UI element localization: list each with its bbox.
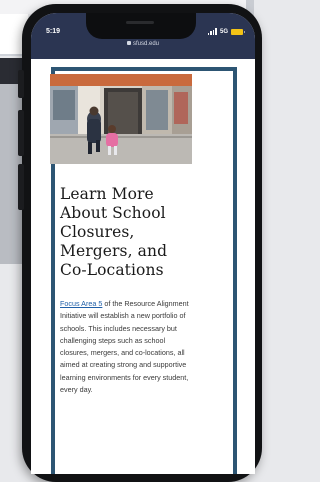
school-entrance-photo [50,74,192,164]
article-body-text: of the Resource Alignment Initiative wil… [60,299,189,395]
phone-notch [86,13,196,39]
signal-icon [207,28,217,35]
status-time: 5:19 [46,28,61,35]
address-bar[interactable]: sfusd.edu [31,41,255,47]
status-bar: 5:19 5G sfusd.edu [31,13,255,59]
phone-screen: 5:19 5G sfusd.edu Learn More About Schoo… [31,13,255,474]
phone-volume-up-button [18,110,24,156]
hero-image [50,74,192,164]
focus-area-link[interactable]: Focus Area 5 [60,299,102,308]
web-page: Learn More About School Closures, Merger… [31,59,255,474]
lock-icon [126,41,131,46]
status-indicators: 5G [207,28,245,35]
speaker-grille [126,21,154,24]
network-label: 5G [219,28,228,35]
phone-volume-down-button [18,164,24,210]
battery-icon [231,28,245,35]
article-body: Focus Area 5 of the Resource Alignment I… [60,298,192,396]
url-text: sfusd.edu [132,41,160,47]
phone-mute-switch [18,70,24,98]
article-title: Learn More About School Closures, Merger… [60,185,168,279]
